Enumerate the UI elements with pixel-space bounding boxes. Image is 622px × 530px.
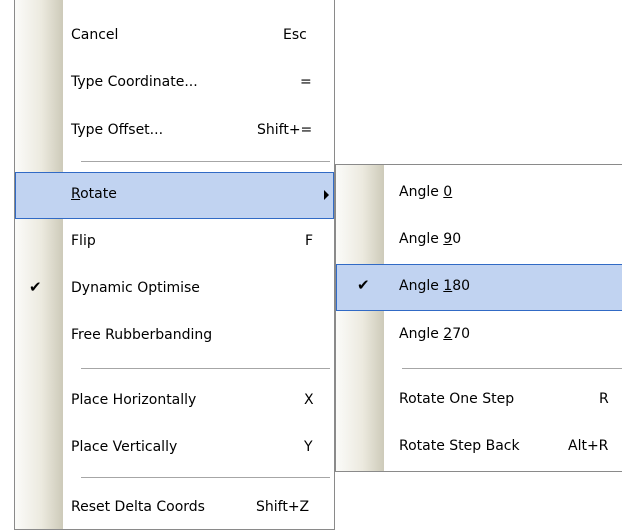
menu-item-label: Reset Delta Coords xyxy=(71,499,205,515)
menu-item-label: Place Vertically xyxy=(71,439,178,455)
menu-item-shortcut: R xyxy=(599,391,609,407)
menu-separator xyxy=(402,368,622,369)
menu-item-label: Angle 90 xyxy=(399,231,462,247)
menu-item-shortcut: F xyxy=(305,233,314,249)
rotate-submenu: Angle 0 Angle 90 ✔ Angle 180 Angle 270 R… xyxy=(335,164,622,472)
submenu-arrow-icon xyxy=(324,190,329,200)
submenu-item-angle-90[interactable]: Angle 90 xyxy=(336,217,622,264)
menu-item-flip[interactable]: Flip F xyxy=(15,219,334,266)
menu-item-label: Place Horizontally xyxy=(71,392,197,408)
menu-item-label: Angle 180 xyxy=(399,278,471,294)
menu-item-type-offset[interactable]: Type Offset... Shift+= xyxy=(15,108,334,155)
menu-item-free-rubberbanding[interactable]: Free Rubberbanding xyxy=(15,313,334,360)
menu-item-label: Angle 270 xyxy=(399,326,471,342)
menu-item-label: Cancel xyxy=(71,27,119,43)
context-menu: Cancel Esc Type Coordinate... = Type Off… xyxy=(14,0,335,530)
menu-item-label: Rotate xyxy=(71,186,117,202)
menu-separator xyxy=(81,161,330,162)
menu-item-cancel[interactable]: Cancel Esc xyxy=(15,13,334,60)
submenu-item-angle-0[interactable]: Angle 0 xyxy=(336,170,622,217)
menu-item-label: Type Offset... xyxy=(71,122,164,138)
menu-item-shortcut: Y xyxy=(304,439,313,455)
menu-item-shortcut: Alt+R xyxy=(568,438,609,454)
menu-item-shortcut: = xyxy=(300,74,312,90)
submenu-item-rotate-step-back[interactable]: Rotate Step Back Alt+R xyxy=(336,424,622,471)
menu-separator xyxy=(81,368,330,369)
menu-item-shortcut: Shift+= xyxy=(257,122,313,138)
menu-item-label: Flip xyxy=(71,233,96,249)
menu-item-label: Angle 0 xyxy=(399,184,453,200)
menu-item-place-horizontally[interactable]: Place Horizontally X xyxy=(15,378,334,425)
menu-item-shortcut: Esc xyxy=(283,27,307,43)
menu-item-label: Free Rubberbanding xyxy=(71,327,213,343)
menu-item-type-coordinate[interactable]: Type Coordinate... = xyxy=(15,60,334,107)
menu-item-label: Type Coordinate... xyxy=(71,74,198,90)
menu-item-label: Dynamic Optimise xyxy=(71,280,200,296)
menu-item-shortcut: X xyxy=(304,392,314,408)
menu-item-place-vertically[interactable]: Place Vertically Y xyxy=(15,425,334,472)
submenu-item-angle-270[interactable]: Angle 270 xyxy=(336,312,622,359)
menu-item-label: Rotate One Step xyxy=(399,391,515,407)
menu-item-label: Rotate Step Back xyxy=(399,438,520,454)
checkmark-icon: ✔ xyxy=(357,276,370,294)
checkmark-icon: ✔ xyxy=(29,278,42,296)
submenu-item-angle-180[interactable]: ✔ Angle 180 xyxy=(336,264,622,311)
menu-item-rotate[interactable]: Rotate xyxy=(15,172,334,219)
submenu-item-rotate-one-step[interactable]: Rotate One Step R xyxy=(336,377,622,424)
menu-item-shortcut: Shift+Z xyxy=(256,499,310,515)
menu-item-reset-delta-coords[interactable]: Reset Delta Coords Shift+Z xyxy=(15,485,334,529)
menu-item-dynamic-optimise[interactable]: ✔ Dynamic Optimise xyxy=(15,266,334,313)
menu-separator xyxy=(81,477,330,478)
